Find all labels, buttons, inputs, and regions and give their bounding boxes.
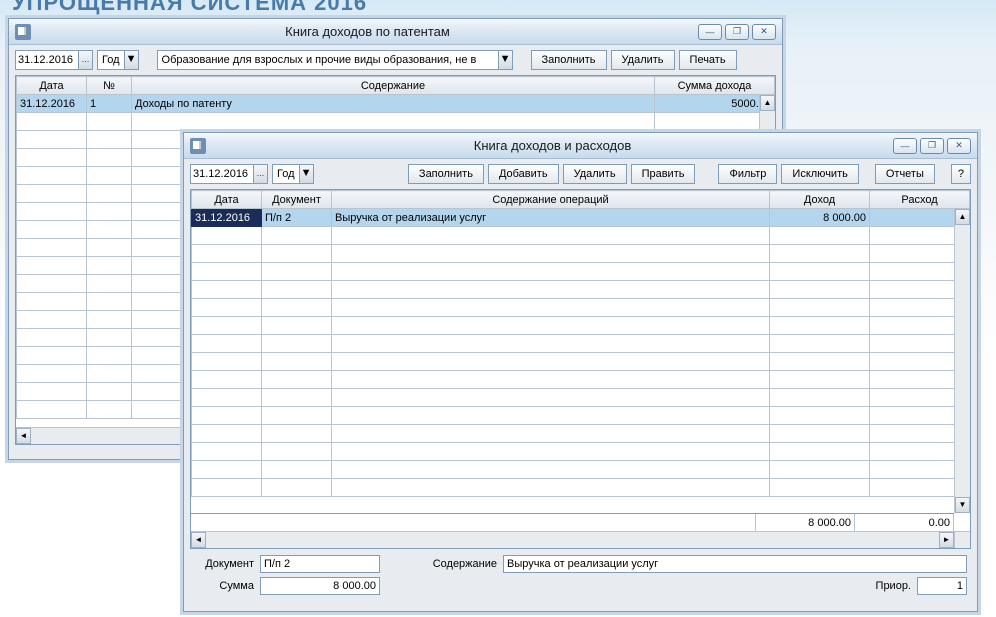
scroll-right-icon[interactable]: ► bbox=[939, 532, 954, 548]
period-value: Год bbox=[98, 54, 124, 66]
sum-label: Сумма bbox=[194, 580, 254, 592]
content-field[interactable]: Выручка от реализации услуг bbox=[503, 555, 967, 573]
window-income-expense-book: Книга доходов и расходов ― ❐ ✕ … Год ▼ З… bbox=[183, 132, 978, 612]
minimize-button[interactable]: ― bbox=[893, 138, 917, 154]
scroll-up-icon[interactable]: ▲ bbox=[955, 209, 970, 225]
income-expense-table[interactable]: Дата Документ Содержание операций Доход … bbox=[191, 190, 970, 497]
book-icon bbox=[190, 138, 206, 154]
activity-value: Образование для взрослых и прочие виды о… bbox=[158, 54, 498, 66]
chevron-down-icon[interactable]: ▼ bbox=[299, 165, 313, 183]
cell-content: Доходы по патенту bbox=[132, 95, 655, 113]
total-income: 8 000.00 bbox=[756, 514, 855, 532]
col-operation[interactable]: Содержание операций bbox=[332, 191, 770, 209]
chevron-down-icon[interactable]: ▼ bbox=[124, 51, 138, 69]
table-row[interactable]: 31.12.2016 П/п 2 Выручка от реализации у… bbox=[192, 209, 970, 227]
col-date[interactable]: Дата bbox=[17, 77, 87, 95]
grid: Дата Документ Содержание операций Доход … bbox=[190, 189, 971, 549]
scroll-corner bbox=[954, 531, 970, 548]
vertical-scrollbar[interactable]: ▲ ▼ bbox=[954, 209, 970, 513]
window-title: Книга доходов и расходов bbox=[212, 138, 893, 153]
content-label: Содержание bbox=[422, 558, 497, 570]
horizontal-scrollbar[interactable]: ◄ ► bbox=[191, 531, 954, 548]
col-amount[interactable]: Сумма дохода bbox=[655, 77, 775, 95]
book-icon bbox=[15, 24, 31, 40]
period-combo[interactable]: Год ▼ bbox=[272, 164, 314, 184]
add-button[interactable]: Добавить bbox=[488, 164, 559, 184]
exclude-button[interactable]: Исключить bbox=[781, 164, 858, 184]
col-content[interactable]: Содержание bbox=[132, 77, 655, 95]
filter-button[interactable]: Фильтр bbox=[718, 164, 777, 184]
reports-button[interactable]: Отчеты bbox=[875, 164, 935, 184]
date-field[interactable]: … bbox=[15, 50, 93, 70]
scroll-left-icon[interactable]: ◄ bbox=[191, 532, 206, 548]
cell-number: 1 bbox=[87, 95, 132, 113]
col-expense[interactable]: Расход bbox=[870, 191, 970, 209]
scroll-left-icon[interactable]: ◄ bbox=[16, 428, 31, 444]
totals-row: 8 000.00 0.00 bbox=[191, 513, 954, 531]
table-row[interactable]: 31.12.2016 1 Доходы по патенту 5000.00 bbox=[17, 95, 775, 113]
fill-button[interactable]: Заполнить bbox=[531, 50, 607, 70]
date-input[interactable] bbox=[16, 51, 78, 69]
scroll-down-icon[interactable]: ▼ bbox=[955, 497, 970, 513]
minimize-button[interactable]: ― bbox=[698, 24, 722, 40]
maximize-button[interactable]: ❐ bbox=[725, 24, 749, 40]
fill-button[interactable]: Заполнить bbox=[408, 164, 484, 184]
period-value: Год bbox=[273, 168, 299, 180]
col-income[interactable]: Доход bbox=[770, 191, 870, 209]
col-date[interactable]: Дата bbox=[192, 191, 262, 209]
cell-amount: 5000.00 bbox=[655, 95, 775, 113]
help-button[interactable]: ? bbox=[951, 164, 971, 184]
detail-panel: Документ П/п 2 Содержание Выручка от реа… bbox=[184, 549, 977, 601]
close-button[interactable]: ✕ bbox=[752, 24, 776, 40]
total-expense: 0.00 bbox=[855, 514, 954, 532]
cell-date: 31.12.2016 bbox=[17, 95, 87, 113]
cell-document: П/п 2 bbox=[262, 209, 332, 227]
col-number[interactable]: № bbox=[87, 77, 132, 95]
chevron-down-icon[interactable]: ▼ bbox=[498, 51, 512, 69]
cell-income: 8 000.00 bbox=[770, 209, 870, 227]
titlebar[interactable]: Книга доходов и расходов ― ❐ ✕ bbox=[184, 133, 977, 159]
cell-date: 31.12.2016 bbox=[192, 209, 262, 227]
window-title: Книга доходов по патентам bbox=[37, 24, 698, 39]
doc-label: Документ bbox=[194, 558, 254, 570]
app-background-title: УПРОЩЕННАЯ СИСТЕМА 2016 bbox=[12, 0, 367, 16]
toolbar: … Год ▼ Образование для взрослых и прочи… bbox=[9, 45, 782, 75]
period-combo[interactable]: Год ▼ bbox=[97, 50, 139, 70]
cell-operation: Выручка от реализации услуг bbox=[332, 209, 770, 227]
close-button[interactable]: ✕ bbox=[947, 138, 971, 154]
prior-field[interactable]: 1 bbox=[917, 577, 967, 595]
titlebar[interactable]: Книга доходов по патентам ― ❐ ✕ bbox=[9, 19, 782, 45]
print-button[interactable]: Печать bbox=[679, 50, 737, 70]
delete-button[interactable]: Удалить bbox=[563, 164, 627, 184]
edit-button[interactable]: Править bbox=[631, 164, 696, 184]
maximize-button[interactable]: ❐ bbox=[920, 138, 944, 154]
date-picker-button[interactable]: … bbox=[253, 165, 267, 183]
prior-label: Приор. bbox=[876, 580, 911, 592]
scroll-up-icon[interactable]: ▲ bbox=[760, 95, 775, 111]
date-input[interactable] bbox=[191, 165, 253, 183]
toolbar: … Год ▼ Заполнить Добавить Удалить Прави… bbox=[184, 159, 977, 189]
date-picker-button[interactable]: … bbox=[78, 51, 92, 69]
date-field[interactable]: … bbox=[190, 164, 268, 184]
activity-combo[interactable]: Образование для взрослых и прочие виды о… bbox=[157, 50, 513, 70]
sum-field[interactable]: 8 000.00 bbox=[260, 577, 380, 595]
delete-button[interactable]: Удалить bbox=[611, 50, 675, 70]
col-document[interactable]: Документ bbox=[262, 191, 332, 209]
doc-field[interactable]: П/п 2 bbox=[260, 555, 380, 573]
